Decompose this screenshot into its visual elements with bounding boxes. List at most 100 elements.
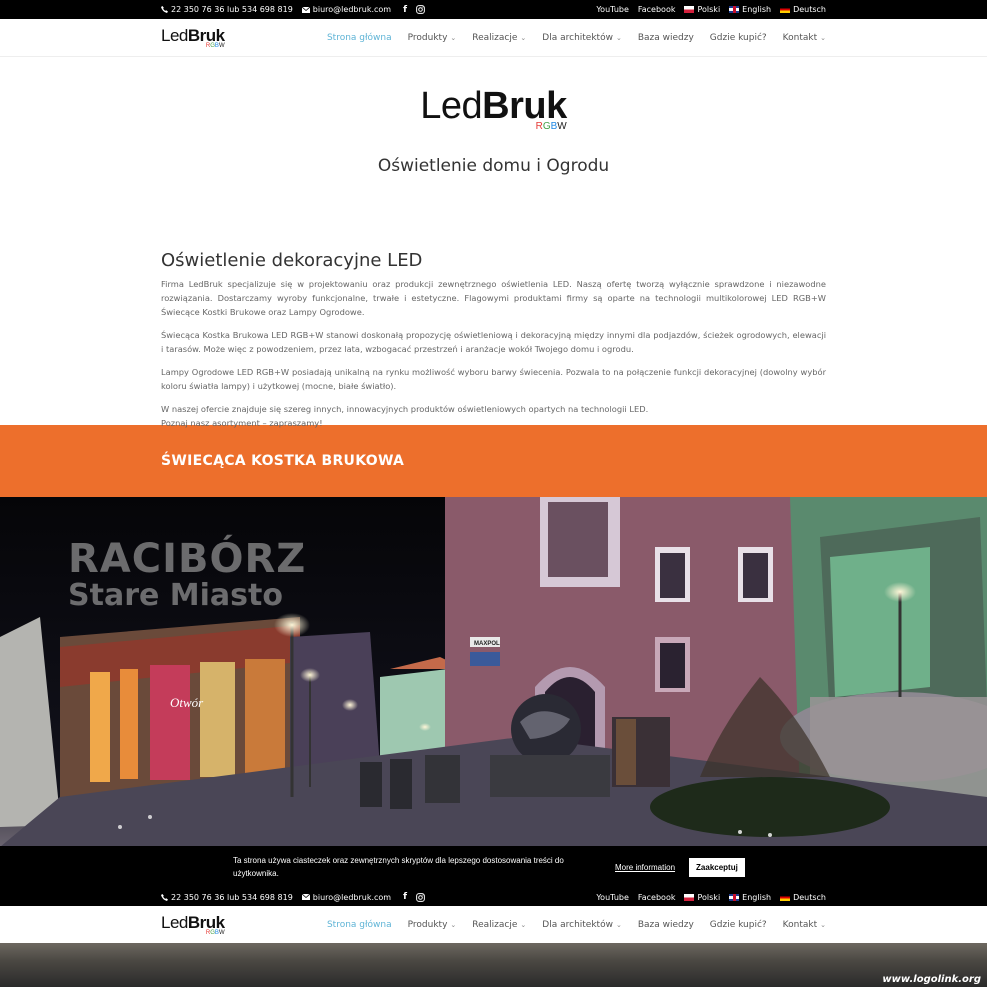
top-bar: 22 350 76 36 lub 534 698 819 biuro@ledbr… xyxy=(0,888,987,906)
lang-label: Deutsch xyxy=(793,5,826,14)
nav-label: Kontakt xyxy=(782,32,818,43)
phone-number: 22 350 76 36 lub 534 698 819 xyxy=(171,5,293,14)
instagram-icon[interactable] xyxy=(416,892,425,902)
email-address: biuro@ledbruk.com xyxy=(312,5,392,14)
facebook-icon[interactable]: f xyxy=(403,5,407,15)
nav-knowledge-base[interactable]: Baza wiedzy xyxy=(638,920,694,930)
nav-realizations[interactable]: Realizacje ⌄ xyxy=(472,33,526,43)
chevron-down-icon: ⌄ xyxy=(820,33,826,42)
logo-word-light: Led xyxy=(420,85,483,127)
content-paragraph: Firma LedBruk specjalizuje się w projekt… xyxy=(161,279,826,317)
photo-overlay-text: RACIBÓRZ Stare Miasto xyxy=(68,539,306,611)
section-banner: ŚWIECĄCA KOSTKA BRUKOWA xyxy=(0,425,987,497)
cookie-accept-button[interactable]: Zaakceptuj xyxy=(689,857,745,877)
overlay-city: RACIBÓRZ xyxy=(68,536,307,582)
content-heading: Oświetlenie dekoracyjne LED xyxy=(161,250,423,271)
lang-label: English xyxy=(742,892,772,902)
facebook-icon[interactable]: f xyxy=(403,892,407,902)
content-line: W naszej ofercie znajduje się szereg inn… xyxy=(161,404,649,414)
hero-subtitle: Oświetlenie domu i Ogrodu xyxy=(377,156,610,176)
poland-flag-icon xyxy=(684,893,695,901)
logo-tag-letter: G xyxy=(542,121,551,132)
cookie-message: Ta strona używa ciasteczek oraz zewnętrz… xyxy=(233,856,564,878)
logo-tag: RGBW xyxy=(536,122,567,132)
facebook-link[interactable]: Facebook xyxy=(638,5,676,14)
chevron-down-icon: ⌄ xyxy=(450,33,457,42)
nav-where-to-buy[interactable]: Gdzie kupić? xyxy=(710,33,767,43)
chevron-down-icon: ⌄ xyxy=(615,33,622,42)
chevron-down-icon: ⌄ xyxy=(520,920,527,929)
lang-deutsch[interactable]: Deutsch xyxy=(780,5,826,14)
chevron-down-icon: ⌄ xyxy=(450,920,457,929)
lang-label: English xyxy=(742,5,772,14)
phone-contact[interactable]: 22 350 76 36 lub 534 698 819 xyxy=(161,893,293,902)
content-paragraph: Lampy Ogrodowe LED RGB+W posiadają unika… xyxy=(161,367,826,391)
phone-number: 22 350 76 36 lub 534 698 819 xyxy=(171,892,293,902)
envelope-icon xyxy=(301,894,310,900)
germany-flag-icon xyxy=(780,893,791,901)
nav-label: Dla architektów xyxy=(542,32,613,43)
lang-label: Deutsch xyxy=(793,892,826,902)
next-section-photo xyxy=(0,943,987,987)
logo-tag: RGBW xyxy=(206,930,225,936)
nav-home[interactable]: Strona główna xyxy=(327,920,392,930)
phone-icon xyxy=(161,6,168,13)
main-nav: Strona główna Produkty ⌄ Realizacje ⌄ Dla … xyxy=(327,33,826,43)
nav-contact[interactable]: Kontakt ⌄ xyxy=(783,920,826,930)
phone-contact[interactable]: 22 350 76 36 lub 534 698 819 xyxy=(161,5,293,14)
chevron-down-icon: ⌄ xyxy=(520,33,527,42)
email-address: biuro@ledbruk.com xyxy=(312,892,392,902)
logo-tag-letter: R xyxy=(535,121,543,132)
lang-polski[interactable]: Polski xyxy=(684,5,720,14)
nav-products[interactable]: Produkty ⌄ xyxy=(408,920,457,930)
nav-label: Dla architektów xyxy=(542,919,613,930)
nav-where-to-buy[interactable]: Gdzie kupić? xyxy=(710,920,767,930)
logo-word-light: Led xyxy=(161,25,188,45)
nav-home[interactable]: Strona główna xyxy=(327,33,392,43)
nav-architects[interactable]: Dla architektów ⌄ xyxy=(542,920,622,930)
content-paragraph: Świecąca Kostka Brukowa LED RGB+W stanow… xyxy=(161,330,826,354)
cookie-banner: Ta strona używa ciasteczek oraz zewnętrz… xyxy=(0,846,987,888)
nav-label: Strona główna xyxy=(326,32,392,43)
nav-label: Kontakt xyxy=(782,919,818,930)
nav-label: Realizacje xyxy=(472,32,518,43)
logo-tag-letter: W xyxy=(218,929,225,936)
overlay-district: Stare Miasto xyxy=(68,578,283,613)
nav-contact[interactable]: Kontakt ⌄ xyxy=(783,33,826,43)
cookie-more-info-link[interactable]: More information xyxy=(615,863,675,872)
nav-label: Strona główna xyxy=(326,919,392,930)
nav-label: Gdzie kupić? xyxy=(709,919,767,930)
main-header: LedBruk RGBW Strona główna Produkty ⌄ Rea… xyxy=(0,19,987,57)
envelope-icon xyxy=(301,6,310,13)
main-nav: Strona główna Produkty ⌄ Realizacje ⌄ Dla … xyxy=(327,920,826,930)
section-title: ŚWIECĄCA KOSTKA BRUKOWA xyxy=(161,453,405,469)
hero-photo: Otwór MAXPOL RACIBÓRZ Stare Miasto xyxy=(0,497,987,847)
main-header: LedBruk RGBW Strona główna Produkty ⌄ Rea… xyxy=(0,906,987,944)
hero-logo: LedBruk RGBW xyxy=(420,85,567,132)
nav-knowledge-base[interactable]: Baza wiedzy xyxy=(638,33,694,43)
nav-label: Baza wiedzy xyxy=(637,919,694,930)
lang-deutsch[interactable]: Deutsch xyxy=(780,893,826,902)
facebook-link[interactable]: Facebook xyxy=(638,893,676,902)
header-logo[interactable]: LedBruk RGBW xyxy=(161,914,225,936)
uk-flag-icon xyxy=(729,6,740,13)
lang-english[interactable]: English xyxy=(729,893,771,902)
logo-tag-letter: W xyxy=(557,121,567,132)
chevron-down-icon: ⌄ xyxy=(820,920,826,929)
nav-architects[interactable]: Dla architektów ⌄ xyxy=(542,33,622,43)
email-contact[interactable]: biuro@ledbruk.com xyxy=(301,5,392,14)
chevron-down-icon: ⌄ xyxy=(615,920,622,929)
youtube-link[interactable]: YouTube xyxy=(596,5,629,14)
email-contact[interactable]: biuro@ledbruk.com xyxy=(301,892,392,902)
instagram-icon[interactable] xyxy=(416,5,425,14)
poland-flag-icon xyxy=(684,6,695,13)
nav-products[interactable]: Produkty ⌄ xyxy=(408,33,457,43)
youtube-link[interactable]: YouTube xyxy=(596,893,629,902)
uk-flag-icon xyxy=(729,893,740,901)
nav-realizations[interactable]: Realizacje ⌄ xyxy=(472,920,526,930)
lang-polski[interactable]: Polski xyxy=(684,893,720,902)
header-logo[interactable]: LedBruk RGBW xyxy=(161,27,225,49)
lang-english[interactable]: English xyxy=(729,5,771,14)
lang-label: Polski xyxy=(697,5,721,14)
nav-label: Realizacje xyxy=(472,919,518,930)
